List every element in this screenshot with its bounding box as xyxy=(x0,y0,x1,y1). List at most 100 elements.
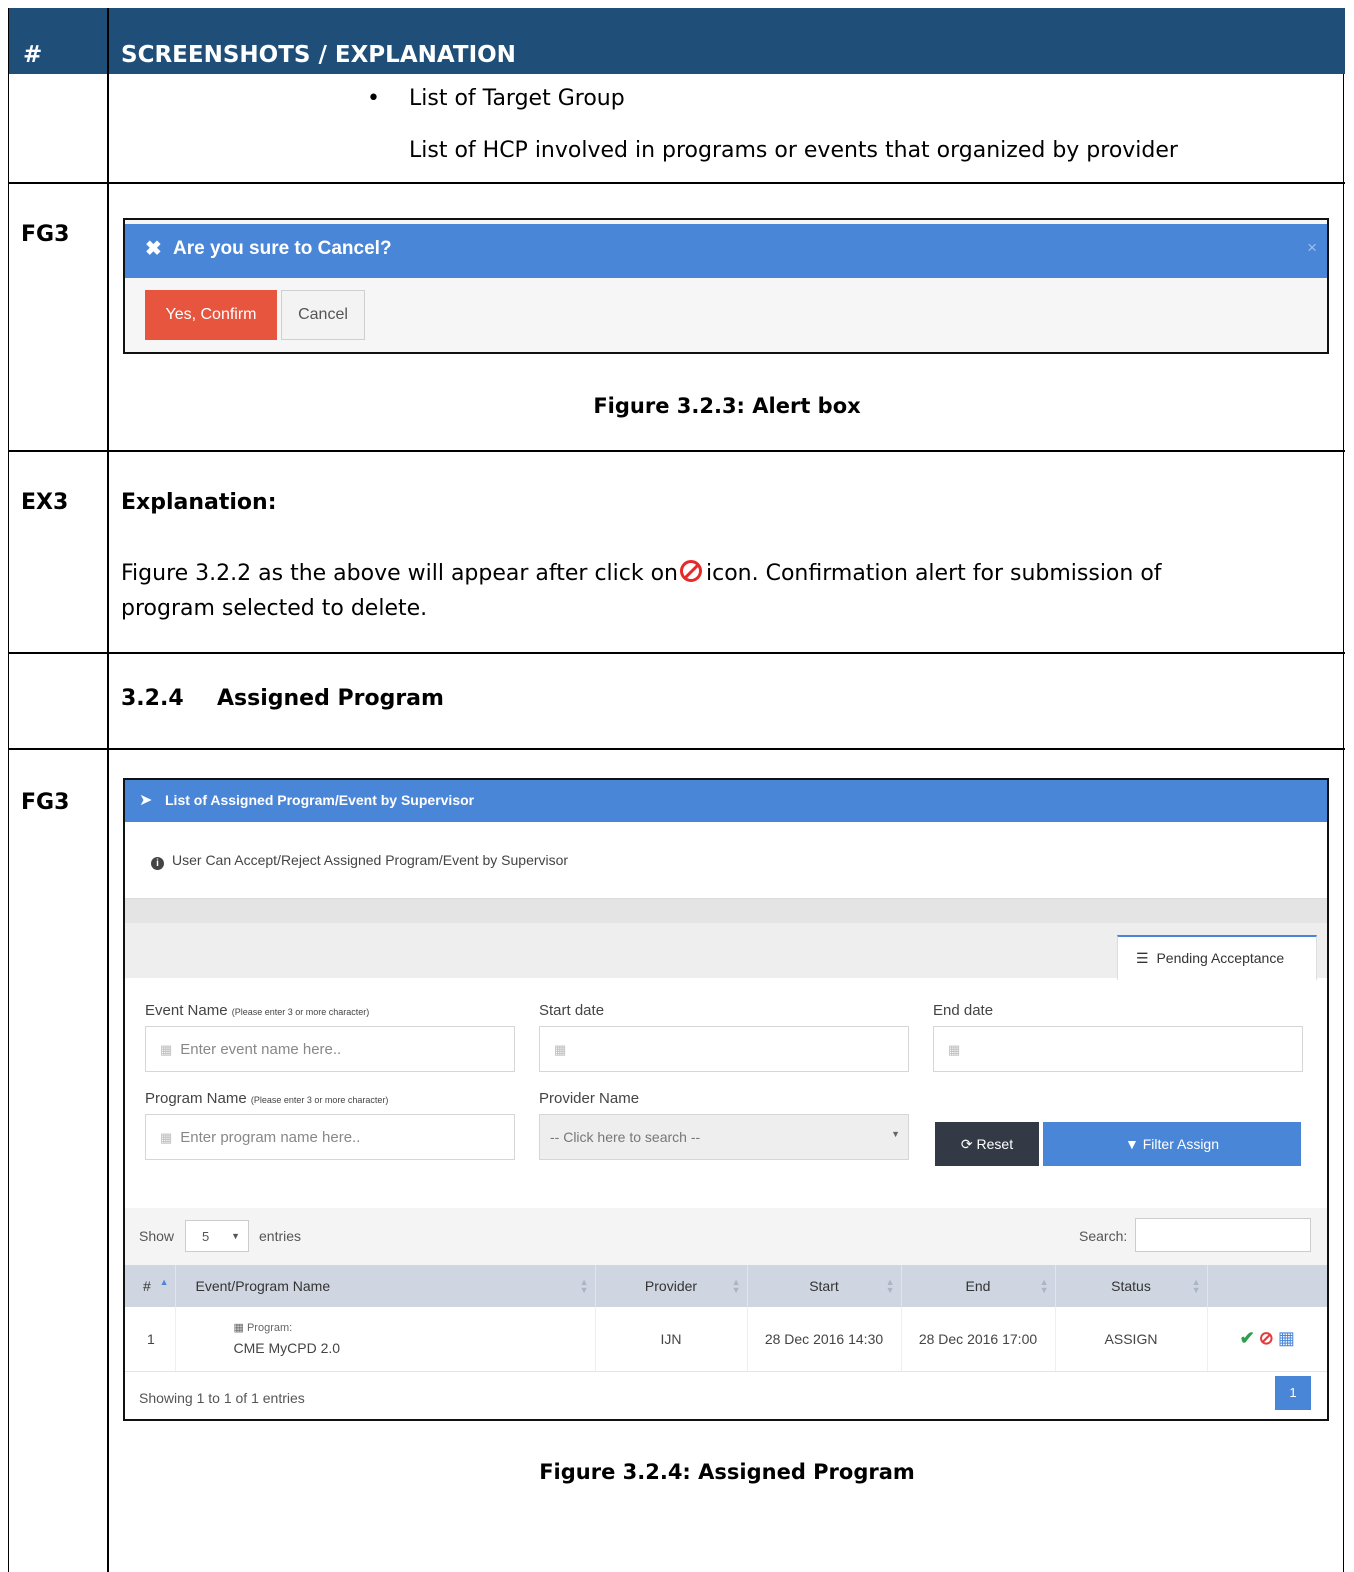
alert-title-bar: ✖ Are you sure to Cancel? × xyxy=(125,224,1327,278)
figure-caption-assigned: Figure 3.2.4: Assigned Program xyxy=(539,1460,915,1484)
show-label: Show xyxy=(139,1228,175,1244)
column-header-number[interactable]: # ▲ xyxy=(125,1265,176,1307)
program-tag-text: Program: xyxy=(246,1322,293,1335)
filter-assign-button[interactable]: ▼ Filter Assign xyxy=(1043,1122,1301,1166)
panel-title-bar: ➤ List of Assigned Program/Event by Supe… xyxy=(125,780,1327,822)
end-date-label: End date xyxy=(933,1002,994,1019)
panel-title: List of Assigned Program/Event by Superv… xyxy=(165,792,475,808)
column-header-status[interactable]: Status ▲ ▼ xyxy=(1055,1265,1208,1307)
event-name-label-text: Event Name xyxy=(145,1002,228,1019)
start-date-input[interactable]: ▦ xyxy=(539,1026,909,1072)
provider-name-label: Provider Name xyxy=(539,1090,640,1107)
sort-icon: ▲ ▼ xyxy=(1039,1277,1049,1295)
column-header-label: Provider xyxy=(644,1278,698,1294)
page-size-select[interactable]: 5 ▼ xyxy=(185,1220,249,1252)
reject-blocked-icon[interactable]: ⊘ xyxy=(1259,1328,1274,1348)
end-date-input[interactable]: ▦ xyxy=(933,1026,1303,1072)
search-label: Search: xyxy=(1079,1228,1128,1244)
column-header-label: Event/Program Name xyxy=(195,1278,331,1294)
section-number: 3.2.4 xyxy=(121,686,184,711)
assigned-program-screenshot: ➤ List of Assigned Program/Event by Supe… xyxy=(123,778,1329,1421)
document-table: # SCREENSHOTS / EXPLANATION • List of Ta… xyxy=(8,8,1345,1572)
cell-provider: IJN xyxy=(595,1307,748,1372)
bullet-text: List of HCP involved in programs or even… xyxy=(409,138,1178,163)
row-label-ex3: EX3 xyxy=(21,490,69,515)
column-header-actions xyxy=(1207,1265,1327,1307)
column-header-end[interactable]: End ▲ ▼ xyxy=(901,1265,1056,1307)
page-size-value: 5 xyxy=(202,1229,210,1244)
column-divider xyxy=(107,8,109,1572)
program-name: CME MyCPD 2.0 xyxy=(233,1340,341,1357)
program-name-input[interactable]: ▦ Enter program name here.. xyxy=(145,1114,515,1160)
column-header-provider[interactable]: Provider ▲ ▼ xyxy=(595,1265,748,1307)
tab-pending-acceptance[interactable]: ☰ Pending Acceptance xyxy=(1117,935,1317,980)
accept-check-icon[interactable]: ✔ xyxy=(1240,1328,1255,1348)
cell-status: ASSIGN xyxy=(1055,1307,1208,1372)
filter-label: Filter Assign xyxy=(1142,1136,1219,1152)
table-header: # SCREENSHOTS / EXPLANATION xyxy=(9,8,1345,74)
explanation-text-before: Figure 3.2.2 as the above will appear af… xyxy=(121,561,679,586)
sort-icon: ▲ ▼ xyxy=(579,1277,589,1295)
column-header-start[interactable]: Start ▲ ▼ xyxy=(747,1265,902,1307)
cell-actions: ✔ ⊘ ▦ xyxy=(1207,1307,1327,1372)
tab-label: Pending Acceptance xyxy=(1156,950,1285,966)
provider-select[interactable]: -- Click here to search -- ▼ xyxy=(539,1114,909,1160)
row-divider xyxy=(9,182,1345,184)
program-name-placeholder: Enter program name here.. xyxy=(180,1129,361,1146)
cancel-button[interactable]: Cancel xyxy=(281,290,365,340)
program-name-hint: (Please enter 3 or more character) xyxy=(250,1095,389,1105)
tab-band: ☰ Pending Acceptance xyxy=(125,898,1327,980)
sort-asc-icon: ▲ xyxy=(159,1277,169,1287)
calendar-icon: ▦ xyxy=(948,1042,961,1057)
row-label-fg3-assigned: FG3 xyxy=(21,790,70,815)
reset-label: Reset xyxy=(976,1135,1014,1152)
caret-down-icon: ▼ xyxy=(891,1129,900,1139)
calendar-icon: ▦ xyxy=(233,1322,244,1335)
header-number: # xyxy=(23,42,43,68)
close-icon[interactable]: × xyxy=(1307,238,1317,258)
start-date-label: Start date xyxy=(539,1002,605,1019)
entries-label: entries xyxy=(259,1228,302,1244)
explanation-heading: Explanation: xyxy=(121,490,277,515)
calendar-icon[interactable]: ▦ xyxy=(1278,1328,1295,1348)
explanation-line1: Figure 3.2.2 as the above will appear af… xyxy=(121,560,1321,586)
reset-button[interactable]: ⟳ Reset xyxy=(935,1122,1039,1166)
row-label-fg3: FG3 xyxy=(21,222,70,247)
list-icon: ☰ xyxy=(1136,950,1149,966)
event-name-input[interactable]: ▦ Enter event name here.. xyxy=(145,1026,515,1072)
sort-icon: ▲ ▼ xyxy=(885,1277,895,1295)
bullet-title: List of Target Group xyxy=(409,86,625,111)
column-header-name[interactable]: Event/Program Name ▲ ▼ xyxy=(175,1265,596,1307)
event-name-label: Event Name (Please enter 3 or more chara… xyxy=(145,1002,369,1019)
info-text: User Can Accept/Reject Assigned Program/… xyxy=(172,852,569,868)
pagination-page-1[interactable]: 1 xyxy=(1275,1376,1311,1410)
figure-caption-alert: Figure 3.2.3: Alert box xyxy=(593,394,861,418)
column-header-label: # xyxy=(143,1278,151,1294)
info-icon: i xyxy=(151,857,164,870)
table-controls: Show 5 ▼ entries Search: xyxy=(125,1208,1327,1265)
cell-end: 28 Dec 2016 17:00 xyxy=(901,1307,1056,1372)
column-header-label: End xyxy=(965,1278,991,1294)
calendar-icon: ▦ xyxy=(160,1130,173,1145)
blocked-icon xyxy=(680,560,703,582)
alert-title: Are you sure to Cancel? xyxy=(173,238,392,259)
calendar-icon: ▦ xyxy=(554,1042,567,1057)
search-input[interactable] xyxy=(1135,1218,1311,1252)
filter-icon: ▼ xyxy=(1125,1136,1139,1152)
cell-program: ▦ Program: CME MyCPD 2.0 xyxy=(175,1307,596,1372)
calendar-icon: ▦ xyxy=(160,1042,173,1057)
bullet-dot: • xyxy=(367,86,380,111)
cancel-x-icon: ✖ xyxy=(145,238,162,260)
explanation-line2: program selected to delete. xyxy=(121,596,428,621)
alert-dialog-screenshot: ✖ Are you sure to Cancel? × Yes, Confirm… xyxy=(123,218,1329,354)
band-stripe xyxy=(125,899,1327,923)
program-name-label-text: Program Name xyxy=(145,1090,247,1107)
table-row: 1 ▦ Program: CME MyCPD 2.0 IJN 28 Dec 20… xyxy=(125,1307,1327,1372)
confirm-button[interactable]: Yes, Confirm xyxy=(145,290,277,340)
provider-placeholder: -- Click here to search -- xyxy=(550,1129,701,1145)
showing-entries-text: Showing 1 to 1 of 1 entries xyxy=(139,1390,305,1406)
sort-icon: ▲ ▼ xyxy=(1191,1277,1201,1295)
event-name-hint: (Please enter 3 or more character) xyxy=(231,1007,370,1017)
row-divider xyxy=(9,652,1345,654)
program-name-label: Program Name (Please enter 3 or more cha… xyxy=(145,1090,388,1107)
